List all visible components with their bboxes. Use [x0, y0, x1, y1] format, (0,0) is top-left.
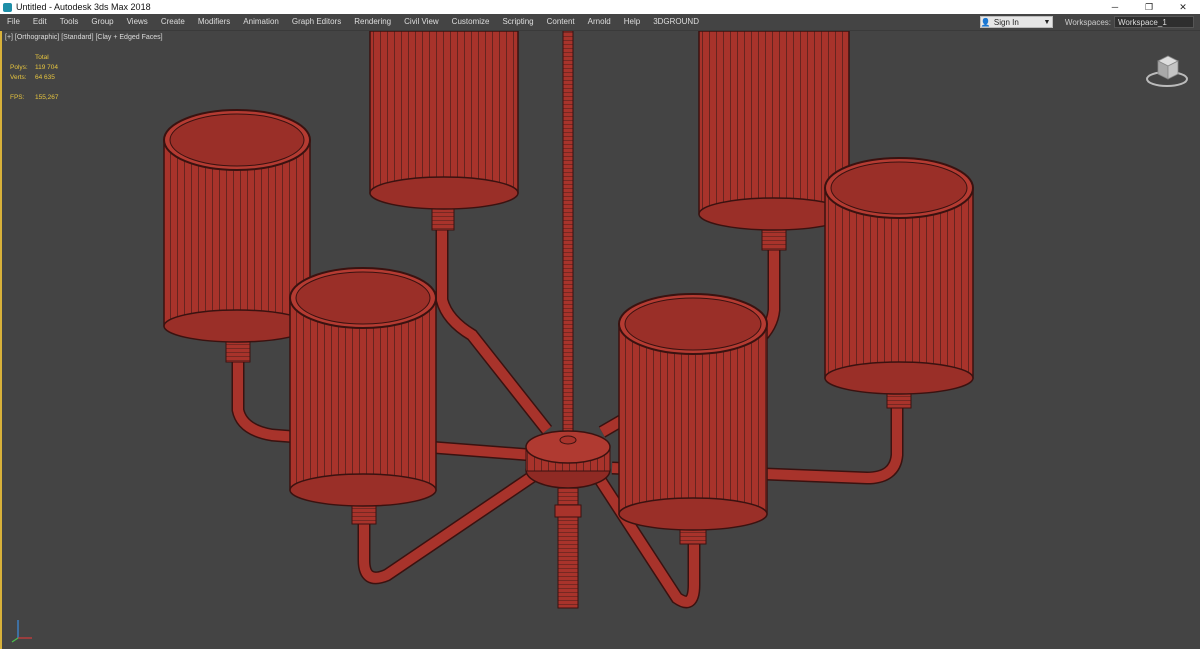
workspace-select[interactable]: Workspace_1: [1114, 16, 1194, 28]
3ds-max-icon[interactable]: [3, 2, 12, 12]
statistics-overlay: Total Polys: 119 704 Verts: 64 635 FPS: 155…: [10, 53, 59, 103]
viewcube-icon[interactable]: [1144, 51, 1190, 89]
menu-arnold[interactable]: Arnold: [581, 14, 617, 30]
polys-value: 119 704: [35, 64, 59, 71]
menu-customize[interactable]: Customize: [445, 14, 496, 30]
menu-civil-view[interactable]: Civil View: [397, 14, 445, 30]
fps-value: 155,267: [35, 94, 59, 101]
fps-label: FPS:: [10, 94, 25, 101]
chevron-down-icon: ▼: [1043, 18, 1051, 26]
menu-create[interactable]: Create: [154, 14, 191, 30]
verts-label: Verts:: [10, 74, 27, 81]
window-controls: ─ ❐ ✕: [1098, 0, 1200, 14]
menu-group[interactable]: Group: [84, 14, 119, 30]
viewport-orthographic[interactable]: [+] [Orthographic] [Standard] [Clay + Ed…: [0, 31, 1200, 649]
menu-animation[interactable]: Animation: [236, 14, 285, 30]
menu-scripting[interactable]: Scripting: [495, 14, 539, 30]
menu-3dground[interactable]: 3DGROUND: [646, 14, 705, 30]
workspaces-label: Workspaces:: [1064, 17, 1111, 27]
menu-content[interactable]: Content: [540, 14, 581, 30]
lamp-shade: [369, 31, 519, 210]
verts-value: 64 635: [35, 74, 55, 81]
viewport-label[interactable]: [+] [Orthographic] [Standard] [Clay + Ed…: [5, 34, 163, 41]
axis-tripod-icon: [11, 620, 32, 643]
menu-views[interactable]: Views: [120, 14, 154, 30]
menu-edit[interactable]: Edit: [26, 14, 53, 30]
minimize-button[interactable]: ─: [1098, 0, 1132, 14]
lamp-shade: [824, 157, 974, 395]
user-icon: 👤: [980, 17, 991, 27]
menu-help[interactable]: Help: [617, 14, 646, 30]
maximize-button[interactable]: ❐: [1132, 0, 1166, 14]
menu-file[interactable]: File: [0, 14, 26, 30]
close-button[interactable]: ✕: [1166, 0, 1200, 14]
lamp-shade: [618, 293, 768, 531]
sign-in-label: Sign In: [993, 17, 1019, 27]
sign-in-dropdown[interactable]: 👤 Sign In ▼: [979, 16, 1053, 28]
lamp-shade: [163, 109, 311, 343]
window-title: Untitled - Autodesk 3ds Max 2018: [16, 2, 151, 12]
polys-label: Polys:: [10, 64, 28, 71]
menu-graph-editors[interactable]: Graph Editors: [285, 14, 347, 30]
lamp-shade: [289, 267, 437, 507]
chandelier-wireframe-scene: [163, 31, 974, 609]
menu-bar: File Edit Tools Group Views Create Modif…: [0, 14, 1200, 31]
menu-modifiers[interactable]: Modifiers: [191, 14, 236, 30]
title-bar: Untitled - Autodesk 3ds Max 2018 ─ ❐ ✕: [0, 0, 1200, 14]
menu-rendering[interactable]: Rendering: [347, 14, 397, 30]
menu-tools[interactable]: Tools: [53, 14, 85, 30]
stats-header: Total: [35, 54, 49, 61]
